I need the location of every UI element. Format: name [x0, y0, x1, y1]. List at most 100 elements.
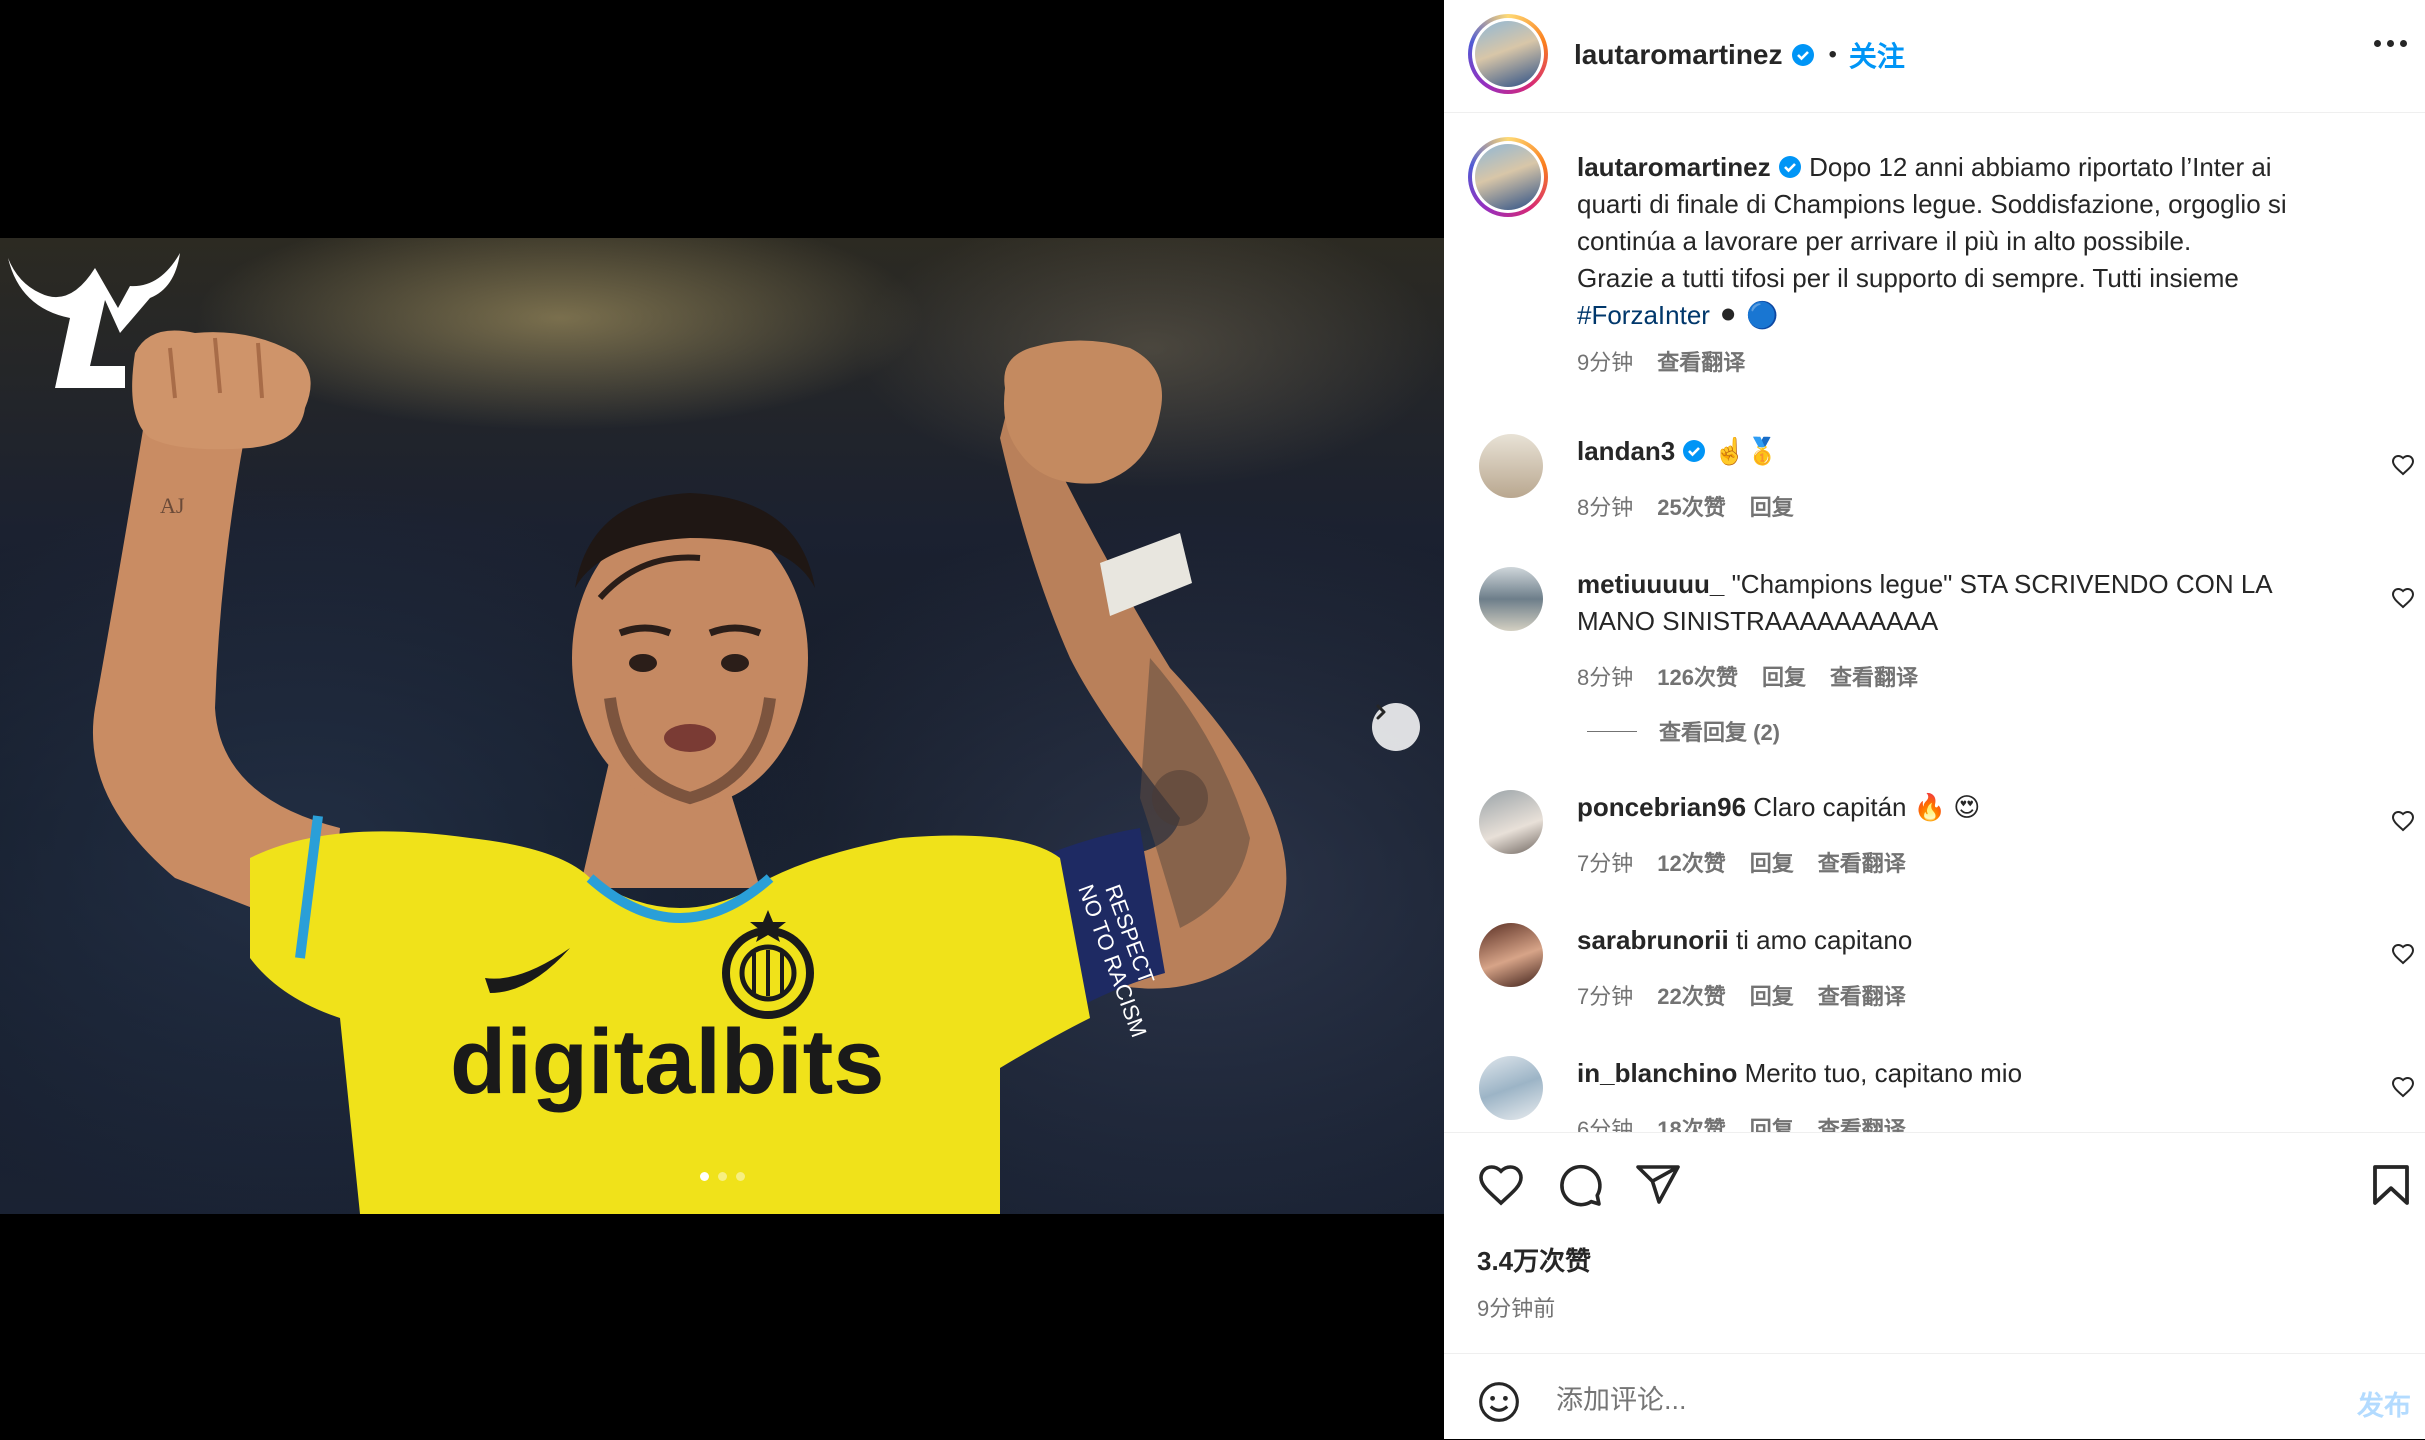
comment-body: poncebrian96 Claro capitán 🔥 😍 [1577, 789, 2357, 826]
post-sidebar: lautaromartinez • 关注 lautaromartinez Dop… [1444, 0, 2425, 1439]
comment-meta: 7分钟 22次赞 回复 查看翻译 [1577, 979, 1906, 1011]
comment-text: ti amo capitano [1735, 925, 1913, 955]
comment-likes[interactable]: 126次赞 [1657, 660, 1738, 692]
slide-indicator [0, 1172, 1444, 1181]
comment-text: Merito tuo, capitano mio [1744, 1058, 2023, 1088]
caption-line: Dopo 12 anni abbiamo riportato l’Inter a… [1809, 152, 2272, 182]
view-replies-label: 查看回复 (2) [1659, 720, 1781, 745]
comment-heart-icon[interactable] [2391, 453, 2415, 477]
follow-button[interactable]: 关注 [1849, 35, 1905, 75]
comment-username[interactable]: sarabrunorii [1577, 925, 1729, 955]
comment-meta: 8分钟 126次赞 回复 查看翻译 [1577, 660, 1918, 692]
tattoo-text: AJ [160, 493, 185, 518]
slide-dot [735, 1172, 745, 1181]
verified-icon [1778, 156, 1801, 178]
player-illustration: NO TO RACISM RESPECT digitalbits AJ [92, 330, 1287, 1214]
comment-heart-icon[interactable] [2391, 1075, 2415, 1099]
comment-likes[interactable]: 22次赞 [1657, 979, 1725, 1011]
comment-icon[interactable] [1556, 1161, 1604, 1209]
post-actions: 3.4万次赞 9分钟前 [1444, 1132, 2425, 1353]
caption-line: Grazie a tutti tifosi per il supporto di… [1577, 263, 2239, 293]
verified-icon [1683, 440, 1706, 462]
comment-avatar[interactable] [1479, 790, 1543, 854]
hashtag-link[interactable]: #ForzaInter [1577, 300, 1710, 330]
slide-dot [717, 1172, 727, 1181]
view-replies-button[interactable]: 查看回复 (2) [1587, 715, 1780, 747]
reply-button[interactable]: 回复 [1750, 1112, 1794, 1132]
comment-likes[interactable]: 18次赞 [1657, 1112, 1725, 1132]
comment-body: sarabrunorii ti amo capitano [1577, 922, 2357, 959]
comment-meta: 8分钟 25次赞 回复 [1577, 490, 1794, 522]
share-icon[interactable] [1634, 1161, 1682, 1209]
caption-time: 9分钟 [1577, 350, 1634, 375]
comment-avatar[interactable] [1479, 434, 1543, 498]
comments-scroll-area[interactable]: lautaromartinez Dopo 12 anni abbiamo rip… [1444, 113, 2425, 1132]
translate-button[interactable]: 查看翻译 [1818, 1112, 1906, 1132]
caption-username[interactable]: lautaromartinez [1577, 152, 1771, 182]
ml-logo-icon [8, 253, 180, 388]
bookmark-icon[interactable] [2369, 1161, 2413, 1209]
comment-body: in_blanchino Merito tuo, capitano mio [1577, 1055, 2357, 1092]
comment-username[interactable]: metiuuuuu_ [1577, 569, 1724, 599]
author-username[interactable]: lautaromartinez [1574, 39, 1783, 71]
comment-time: 8分钟 [1577, 665, 1634, 690]
comment-text: Claro capitán 🔥 😍 [1753, 792, 1981, 822]
reply-button[interactable]: 回复 [1762, 660, 1806, 692]
caption-avatar[interactable] [1468, 137, 1548, 217]
chevron-right-icon [1376, 704, 1386, 720]
post-photo[interactable]: NO TO RACISM RESPECT digitalbits AJ [0, 238, 1444, 1214]
caption-translate-button[interactable]: 查看翻译 [1657, 350, 1745, 375]
comment-heart-icon[interactable] [2391, 586, 2415, 610]
caption-text: lautaromartinez Dopo 12 anni abbiamo rip… [1577, 149, 2377, 334]
caption-line: quarti di finale di Champions legue. Sod… [1577, 189, 2287, 219]
comment-avatar[interactable] [1479, 567, 1543, 631]
heart-icon[interactable] [1477, 1161, 1525, 1209]
post-timestamp: 9分钟前 [1477, 1296, 1556, 1321]
comment-avatar[interactable] [1479, 923, 1543, 987]
next-slide-button[interactable] [1372, 703, 1420, 751]
comment-heart-icon[interactable] [2391, 942, 2415, 966]
comment-likes[interactable]: 25次赞 [1657, 490, 1725, 522]
post-media: NO TO RACISM RESPECT digitalbits AJ [0, 0, 1444, 1439]
comment-time: 7分钟 [1577, 984, 1634, 1009]
comment-composer: 发布 [1444, 1353, 2425, 1440]
comment-username[interactable]: landan3 [1577, 436, 1675, 466]
more-icon [2374, 40, 2381, 47]
caption-meta: 9分钟 查看翻译 [1577, 345, 1745, 377]
comment-text: MANO SINISTRAAAAAAAAAA [1577, 606, 1939, 636]
comment-meta: 6分钟 18次赞 回复 查看翻译 [1577, 1112, 1906, 1132]
comment-time: 8分钟 [1577, 495, 1634, 520]
translate-button[interactable]: 查看翻译 [1818, 846, 1906, 878]
header-separator: • [1828, 41, 1837, 68]
translate-button[interactable]: 查看翻译 [1818, 979, 1906, 1011]
verified-icon [1791, 44, 1814, 66]
emoji-icon[interactable] [1477, 1380, 1521, 1424]
like-count[interactable]: 3.4万次赞 [1477, 1241, 1591, 1278]
post-comment-button[interactable]: 发布 [2357, 1384, 2411, 1423]
more-options-button[interactable] [2374, 40, 2407, 47]
comment-username[interactable]: poncebrian96 [1577, 792, 1746, 822]
comment-time: 6分钟 [1577, 1117, 1634, 1132]
comment-input[interactable] [1554, 1384, 2318, 1417]
comment-text: ☝️🥇 [1713, 436, 1779, 466]
post-header: lautaromartinez • 关注 [1444, 0, 2425, 113]
jersey-sponsor-text: digitalbits [450, 1011, 884, 1113]
replies-divider [1587, 730, 1637, 732]
comment-username[interactable]: in_blanchino [1577, 1058, 1737, 1088]
comment-meta: 7分钟 12次赞 回复 查看翻译 [1577, 846, 1906, 878]
comment-body: landan3 ☝️🥇 [1577, 433, 2357, 470]
reply-button[interactable]: 回复 [1750, 490, 1794, 522]
comment-body: metiuuuuu_ "Champions legue" STA SCRIVEN… [1577, 566, 2357, 640]
reply-button[interactable]: 回复 [1750, 846, 1794, 878]
reply-button[interactable]: 回复 [1750, 979, 1794, 1011]
slide-dot [699, 1172, 709, 1181]
comment-likes[interactable]: 12次赞 [1657, 846, 1725, 878]
comment-heart-icon[interactable] [2391, 809, 2415, 833]
author-avatar[interactable] [1468, 14, 1548, 94]
caption-emoji: ⚫ 🔵 [1717, 300, 1779, 330]
comment-text: "Champions legue" STA SCRIVENDO CON LA [1731, 569, 2273, 599]
comment-time: 7分钟 [1577, 851, 1634, 876]
comment-avatar[interactable] [1479, 1056, 1543, 1120]
translate-button[interactable]: 查看翻译 [1830, 660, 1918, 692]
caption-line: continúa a lavorare per arrivare il più … [1577, 226, 2192, 256]
